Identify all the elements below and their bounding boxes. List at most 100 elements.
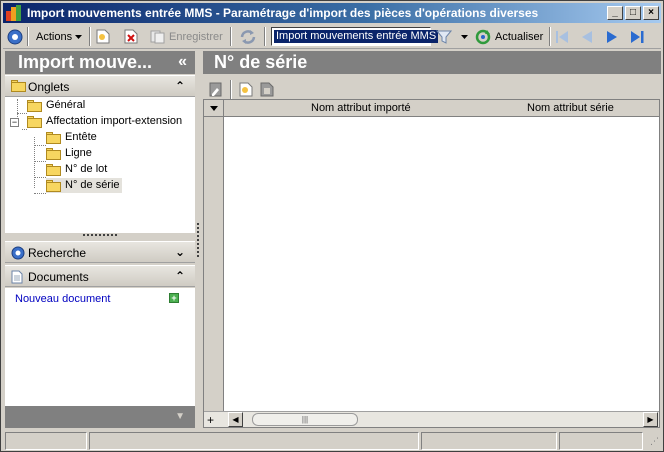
tree-item-general[interactable]: Général: [27, 98, 85, 113]
next-record-button[interactable]: [606, 27, 619, 46]
tree-item-ligne[interactable]: Ligne: [46, 146, 92, 161]
grid-copy-button[interactable]: [260, 80, 274, 99]
scroll-thumb[interactable]: |||: [252, 413, 358, 426]
delete-icon: [124, 29, 138, 44]
minimize-button[interactable]: _: [607, 6, 623, 20]
folder-icon: [46, 147, 62, 160]
toolbar-separator: [89, 27, 91, 46]
folder-icon: [46, 131, 62, 144]
status-cell: [89, 432, 419, 450]
new-document-link[interactable]: Nouveau document: [15, 293, 110, 305]
documents-section-header[interactable]: Documents ⌃: [5, 265, 195, 287]
nav-circle-button[interactable]: [7, 27, 23, 46]
tabs-section-header[interactable]: Onglets ⌃: [5, 75, 195, 97]
next-record-icon: [607, 30, 617, 43]
filter-icon: [436, 30, 452, 44]
scroll-right-button[interactable]: ▶: [643, 412, 658, 427]
left-panel-header: Import mouve... «: [5, 51, 195, 74]
column-header-serial-attribute[interactable]: Nom attribut série: [527, 102, 614, 114]
grid-edit-button[interactable]: [209, 80, 223, 99]
tabs-tree: Général Affectation import-extension Ent…: [5, 97, 195, 233]
title-bar[interactable]: Import mouvements entrée MMS - Paramétra…: [3, 3, 661, 23]
tree-item-label: N° de série: [65, 179, 120, 191]
add-document-icon[interactable]: +: [169, 293, 179, 303]
delete-record-button[interactable]: [124, 27, 138, 46]
previous-record-button[interactable]: [580, 27, 593, 46]
grid-toolbar: [203, 78, 661, 100]
toolbar-separator: [549, 27, 551, 46]
app-icon: [6, 5, 22, 21]
left-panel-footer: ▼: [5, 406, 195, 428]
collapse-panel-icon[interactable]: «: [178, 53, 187, 71]
first-record-button[interactable]: [555, 27, 570, 46]
status-bar: ⋰: [3, 431, 661, 451]
folder-open-icon: [27, 115, 43, 128]
tree-item-lot[interactable]: N° de lot: [46, 162, 107, 177]
copy-icon: [260, 82, 274, 97]
last-record-button[interactable]: [630, 27, 645, 46]
window-title: Import mouvements entrée MMS - Paramétra…: [27, 6, 539, 20]
toolbar-separator: [27, 27, 29, 46]
splitter-grip: [197, 223, 199, 257]
tree-line: [34, 177, 46, 178]
dropdown-arrow-icon: [75, 34, 83, 39]
tree-line: [34, 193, 46, 194]
tree-line: [34, 161, 46, 162]
new-document-icon: [239, 82, 253, 97]
nav-circle-icon: [7, 29, 23, 44]
first-record-icon: [556, 30, 568, 43]
horizontal-scrollbar[interactable]: + ◀ ||| ▶: [204, 411, 659, 427]
sync-button[interactable]: [239, 27, 257, 46]
tree-item-label: Affectation import-extension: [46, 115, 183, 127]
save-icon: [150, 30, 165, 44]
main-toolbar: Actions Enregistrer Import mouvements en…: [3, 24, 661, 49]
panel-splitter[interactable]: [196, 51, 202, 428]
search-section-label: Recherche: [28, 246, 87, 260]
status-cell: [559, 432, 643, 450]
combo-value: Import mouvements entrée MMS: [274, 30, 439, 43]
save-label: Enregistrer: [169, 30, 223, 43]
section-splitter[interactable]: [83, 234, 117, 237]
add-row-icon[interactable]: +: [207, 413, 214, 427]
tree-line: [34, 145, 46, 146]
tree-item-serie[interactable]: N° de série: [46, 178, 122, 193]
documents-section-label: Documents: [28, 270, 89, 284]
filter-button[interactable]: [436, 27, 452, 46]
search-section-header[interactable]: Recherche ⌄: [5, 241, 195, 263]
toolbar-separator: [264, 27, 266, 46]
scroll-left-button[interactable]: ◀: [228, 412, 243, 427]
new-document-icon: [96, 29, 110, 44]
folder-icon: [27, 99, 43, 112]
filter-dropdown-button[interactable]: [461, 27, 468, 46]
folder-icon: [46, 163, 62, 176]
tabs-section-label: Onglets: [28, 80, 70, 94]
documents-area: Nouveau document +: [5, 288, 195, 406]
grid-row-selector-header[interactable]: [204, 100, 224, 117]
refresh-label: Actualiser: [495, 30, 544, 43]
dropdown-arrow-icon: [461, 34, 468, 39]
tree-item-entete[interactable]: Entête: [46, 130, 97, 145]
status-cell: [421, 432, 557, 450]
tree-item-label: Général: [46, 99, 86, 111]
save-button[interactable]: Enregistrer: [150, 27, 223, 46]
tree-item-affectation[interactable]: Affectation import-extension: [27, 114, 182, 129]
left-panel-title: Import mouve...: [18, 52, 153, 72]
close-button[interactable]: ×: [643, 6, 659, 20]
document-icon: [11, 270, 23, 287]
grid-new-button[interactable]: [239, 80, 253, 99]
folder-open-icon: [46, 179, 62, 192]
tree-expander[interactable]: −: [10, 118, 19, 127]
search-section-icon: [11, 246, 25, 263]
grid-row-selector-column: [204, 117, 224, 411]
collapse-up-icon: ⌃: [174, 269, 185, 283]
resize-grip-icon[interactable]: ⋰: [650, 436, 659, 447]
tree-item-label: Ligne: [65, 147, 92, 159]
new-record-button[interactable]: [96, 27, 110, 46]
column-header-imported-attribute[interactable]: Nom attribut importé: [311, 102, 411, 114]
tree-item-label: N° de lot: [65, 163, 108, 175]
maximize-button[interactable]: □: [625, 6, 641, 20]
footer-arrow-icon[interactable]: ▼: [175, 411, 185, 422]
import-config-combo[interactable]: Import mouvements entrée MMS: [271, 27, 439, 46]
actions-menu-button[interactable]: Actions: [36, 27, 83, 46]
refresh-button[interactable]: Actualiser: [475, 27, 543, 46]
